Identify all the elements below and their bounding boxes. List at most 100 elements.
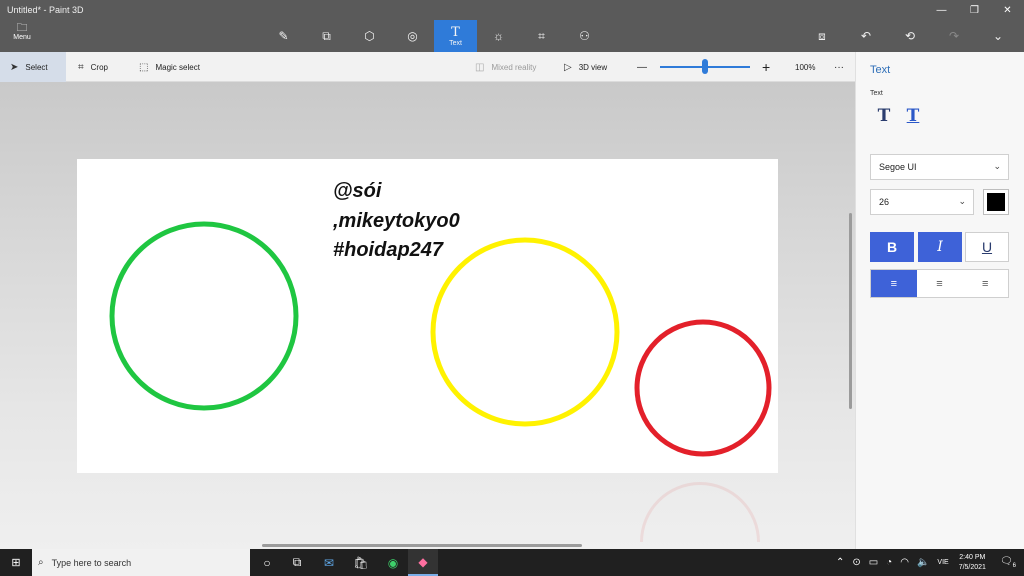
green-circle[interactable] <box>109 221 299 411</box>
italic-button[interactable]: I <box>918 232 962 262</box>
tool-2d-shapes[interactable]: ⧉ <box>305 20 348 52</box>
history-button[interactable]: ⟲ <box>888 24 932 48</box>
panel-subtitle: Text <box>870 90 883 97</box>
history-icon: ⟲ <box>904 29 916 43</box>
battery-icon[interactable]: ▭ <box>869 557 878 568</box>
text-side-panel: Text Text T T Segoe UI ⌄ 26 ⌄ B I U ≡ ≡ … <box>855 52 1024 549</box>
3d-library-icon: ⚇ <box>579 29 590 43</box>
taskbar-search[interactable]: ⌕ Type here to search <box>32 549 250 576</box>
mail-icon: ✉ <box>323 555 335 570</box>
zoom-slider-thumb[interactable] <box>702 59 708 74</box>
paint-3d-icon: ◆ <box>418 554 428 569</box>
tool-3d-shapes[interactable]: ⬡ <box>348 20 391 52</box>
clock-time: 2:40 PM <box>959 553 986 561</box>
undo-button[interactable]: ↶ <box>844 24 888 48</box>
store-app[interactable]: 🛍 <box>346 549 376 576</box>
task-view-button[interactable]: ⧉ <box>282 549 312 576</box>
notifications-icon[interactable]: 🗨6 <box>1000 556 1016 569</box>
canvas-icon: ⌗ <box>538 28 545 43</box>
expand-button[interactable]: ⌄ <box>976 24 1020 48</box>
3d-view-icon: ▷ <box>564 61 572 73</box>
3d-view-button[interactable]: ▷ 3D view <box>564 52 607 82</box>
close-button[interactable]: ✕ <box>991 0 1024 20</box>
mixed-reality-button[interactable]: ◫ Mixed reality <box>475 52 536 82</box>
drawing-canvas[interactable]: @sói ,mikeytokyo0 #hoidap247 <box>77 159 778 473</box>
more-options-button[interactable]: ··· <box>834 52 844 82</box>
yellow-circle[interactable] <box>430 237 620 427</box>
redo-icon: ↷ <box>948 29 960 43</box>
network-icon[interactable]: ◔ <box>886 557 892 568</box>
wifi-icon[interactable]: ◠ <box>900 557 909 568</box>
chevron-down-icon: ⌄ <box>992 29 1004 43</box>
minimize-button[interactable]: — <box>925 0 958 20</box>
magic-select-label: Magic select <box>155 62 200 72</box>
volume-icon[interactable]: 🔈 <box>917 557 929 568</box>
text-color-picker[interactable] <box>983 189 1009 215</box>
font-size-dropdown[interactable]: 26 ⌄ <box>870 189 974 215</box>
tool-3d-library[interactable]: ⚇ <box>563 20 606 52</box>
clock[interactable]: 2:40 PM 7/5/2021 <box>959 553 986 573</box>
font-family-dropdown[interactable]: Segoe UI ⌄ <box>870 154 1009 180</box>
windows-icon: ⊞ <box>11 557 21 569</box>
select-button[interactable]: ➤ Select <box>0 52 66 82</box>
magic-select-button[interactable]: ⬚ Magic select <box>139 52 200 82</box>
menu-label: Menu <box>13 34 31 41</box>
3d-text-icon[interactable]: T <box>902 105 924 127</box>
bold-button[interactable]: B <box>870 232 914 262</box>
browser-app[interactable]: ◉ <box>378 549 408 576</box>
select-label: Select <box>25 62 48 72</box>
crop-button[interactable]: ⌗ Crop <box>78 52 108 82</box>
chevron-down-icon: ⌄ <box>958 196 966 206</box>
system-tray: ⌃ ⊙ ▭ ◔ ◠ 🔈 VIE 2:40 PM 7/5/2021 🗨6 <box>832 549 1024 576</box>
meet-now-icon[interactable]: ⊙ <box>852 557 860 568</box>
search-placeholder: Type here to search <box>51 557 132 568</box>
tool-text[interactable]: T Text <box>434 20 477 52</box>
window-controls: — ❐ ✕ <box>925 0 1024 20</box>
zoom-level[interactable]: 100% <box>795 52 815 82</box>
align-left-button[interactable]: ≡ <box>871 270 917 297</box>
redo-button[interactable]: ↷ <box>932 24 976 48</box>
magic-select-icon: ⬚ <box>139 61 149 73</box>
tool-brushes[interactable]: ✎ <box>262 20 305 52</box>
mail-app[interactable]: ✉ <box>314 549 344 576</box>
folder-icon: 🗀 <box>16 22 28 34</box>
canvas-text-line: #hoidap247 <box>333 239 444 261</box>
vertical-scrollbar[interactable] <box>849 213 852 409</box>
main-toolbar: ✎ ⧉ ⬡ ◎ T Text ☼ ⌗ ⚇ <box>262 20 606 52</box>
text-icon: T <box>451 24 460 40</box>
paste-button[interactable]: ⧈ <box>800 24 844 48</box>
title-bar: Untitled* - Paint 3D — ❐ ✕ 🗀 Menu ✎ ⧉ ⬡ … <box>0 0 1024 52</box>
align-center-button[interactable]: ≡ <box>917 270 963 297</box>
3d-view-label: 3D view <box>578 62 608 72</box>
crop-label: Crop <box>90 62 108 72</box>
task-view-icon: ⧉ <box>292 555 302 569</box>
canvas-text-box[interactable]: @sói ,mikeytokyo0 #hoidap247 <box>333 177 460 266</box>
zoom-in-button[interactable]: + <box>762 52 770 82</box>
crop-icon: ⌗ <box>78 61 84 73</box>
chevron-up-icon[interactable]: ⌃ <box>836 557 844 568</box>
notification-count: 6 <box>1012 563 1016 569</box>
horizontal-scrollbar[interactable] <box>262 544 582 547</box>
undo-icon: ↶ <box>860 29 872 43</box>
red-circle[interactable] <box>634 319 772 457</box>
underline-button[interactable]: U <box>965 232 1009 262</box>
taskbar: ⊞ ⌕ Type here to search ○ ⧉ ✉ 🛍 ◉ ◆ ⌃ ⊙ … <box>0 549 1024 576</box>
canvas-text-line: @sói <box>333 180 382 202</box>
maximize-button[interactable]: ❐ <box>958 0 991 20</box>
cortana-button[interactable]: ○ <box>252 549 282 576</box>
tool-canvas[interactable]: ⌗ <box>520 20 563 52</box>
mixed-reality-icon: ◫ <box>475 61 485 73</box>
window-title: Untitled* - Paint 3D <box>7 5 84 15</box>
menu-button[interactable]: 🗀 Menu <box>6 22 38 50</box>
2d-text-icon[interactable]: T <box>873 105 895 127</box>
language-indicator[interactable]: VIE <box>937 559 948 566</box>
paste-icon: ⧈ <box>818 28 826 43</box>
zoom-out-button[interactable]: — <box>637 52 647 82</box>
align-right-button[interactable]: ≡ <box>962 270 1008 297</box>
tool-effects[interactable]: ☼ <box>477 20 520 52</box>
paint-3d-app[interactable]: ◆ <box>408 549 438 576</box>
tool-stickers[interactable]: ◎ <box>391 20 434 52</box>
chevron-down-icon: ⌄ <box>993 161 1001 171</box>
start-button[interactable]: ⊞ <box>0 549 32 576</box>
pointer-icon: ➤ <box>10 61 19 73</box>
